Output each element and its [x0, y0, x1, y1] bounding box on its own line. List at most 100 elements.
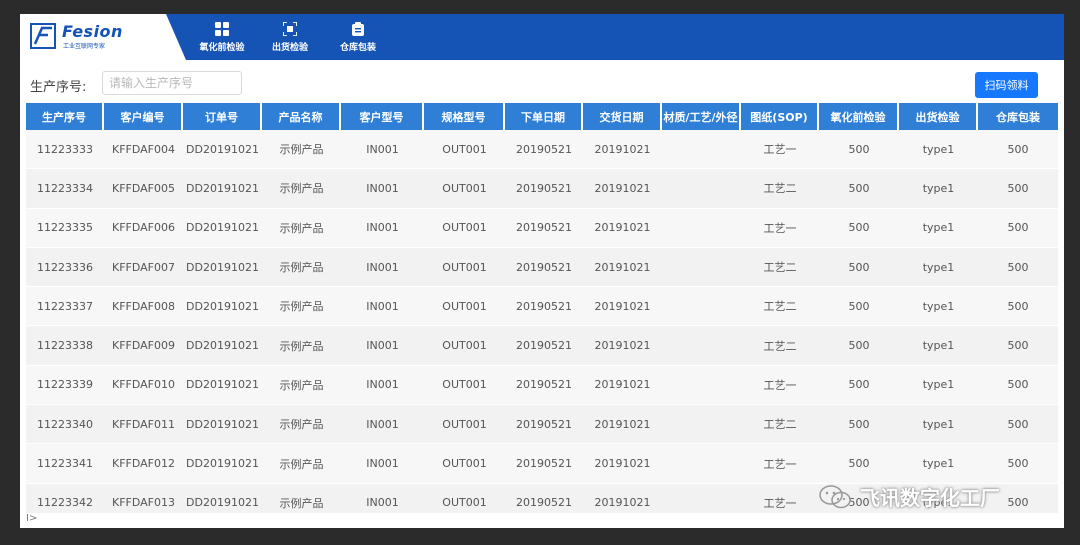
- table-cell: 11223341: [26, 444, 104, 484]
- table-cell: 11223334: [26, 169, 104, 209]
- column-header[interactable]: 客户编号: [104, 103, 183, 130]
- table-cell: 11223333: [26, 130, 104, 170]
- table-cell: [662, 287, 741, 327]
- table-header-row: 生产序号 客户编号 订单号 产品名称 客户型号 规格型号 下单日期 交货日期 材…: [26, 103, 1058, 130]
- table-cell: OUT001: [424, 169, 505, 209]
- watermark: 飞讯数字化工厂: [818, 482, 1000, 511]
- table-cell: OUT001: [424, 130, 505, 170]
- column-header[interactable]: 出货检验: [899, 103, 978, 130]
- column-header[interactable]: 客户型号: [341, 103, 424, 130]
- table-cell: 20191021: [583, 483, 662, 513]
- brand-name: Fesion: [62, 22, 123, 41]
- table-cell: 示例产品: [262, 365, 341, 406]
- table-cell: 工艺二: [741, 287, 819, 327]
- nav-item-pre-oxidation[interactable]: 氧化前检验: [188, 14, 256, 60]
- table-cell: 工艺二: [741, 169, 819, 209]
- table-cell: 500: [978, 405, 1058, 445]
- brand-tagline: 工业互联网专家: [63, 43, 106, 50]
- column-header[interactable]: 产品名称: [262, 103, 341, 130]
- table-cell: 11223337: [26, 287, 104, 327]
- table-cell: IN001: [341, 444, 424, 484]
- column-header[interactable]: 规格型号: [424, 103, 505, 130]
- chat-bubbles-icon: [819, 484, 851, 508]
- table-row[interactable]: 11223336 KFFDAF007 DD20191021 示例产品 IN001 OUT0…: [26, 247, 1058, 288]
- table-cell: 20190521: [505, 326, 583, 366]
- table-row[interactable]: 11223333 KFFDAF004 DD20191021 示例产品 IN001 OUT0…: [26, 130, 1058, 170]
- table-cell: 500: [978, 287, 1058, 327]
- table-cell: [662, 169, 741, 209]
- table-cell: KFFDAF007: [104, 247, 183, 288]
- table-cell: 20191021: [583, 169, 662, 209]
- table-cell: 11223340: [26, 405, 104, 445]
- column-header[interactable]: 氧化前检验: [819, 103, 899, 130]
- table-cell: KFFDAF004: [104, 130, 183, 170]
- table-cell: 工艺二: [741, 326, 819, 366]
- table-cell: DD20191021: [183, 208, 262, 248]
- table-cell: OUT001: [424, 208, 505, 248]
- table-cell: type1: [899, 444, 978, 484]
- search-input[interactable]: [102, 71, 242, 95]
- table-cell: 工艺二: [741, 405, 819, 445]
- table-cell: 500: [978, 444, 1058, 484]
- table-cell: 500: [978, 208, 1058, 248]
- table-row[interactable]: 11223335 KFFDAF006 DD20191021 示例产品 IN001 OUT0…: [26, 208, 1058, 248]
- table-cell: DD20191021: [183, 483, 262, 513]
- table-row[interactable]: 11223338 KFFDAF009 DD20191021 示例产品 IN001 OUT0…: [26, 326, 1058, 366]
- nav-item-label: 仓库包装: [339, 42, 376, 53]
- expand-toggle-icon[interactable]: I>: [26, 513, 37, 524]
- table-cell: IN001: [341, 405, 424, 445]
- table-cell: 工艺一: [741, 444, 819, 484]
- nav-item-shipping[interactable]: 出货检验: [256, 14, 324, 60]
- table-cell: 11223335: [26, 208, 104, 248]
- column-header[interactable]: 材质/工艺/外径: [662, 103, 741, 130]
- table-cell: OUT001: [424, 483, 505, 513]
- column-header[interactable]: 仓库包装: [978, 103, 1058, 130]
- table-row[interactable]: 11223337 KFFDAF008 DD20191021 示例产品 IN001 OUT0…: [26, 287, 1058, 327]
- nav-item-warehouse[interactable]: 仓库包装: [324, 14, 392, 60]
- table-cell: 20191021: [583, 444, 662, 484]
- column-header[interactable]: 订单号: [183, 103, 262, 130]
- nav-item-label: 出货检验: [271, 42, 308, 53]
- table-cell: 500: [978, 130, 1058, 170]
- table-cell: DD20191021: [183, 247, 262, 288]
- table-cell: [662, 405, 741, 445]
- table-cell: 11223339: [26, 365, 104, 406]
- table-cell: 示例产品: [262, 208, 341, 248]
- table-cell: 500: [978, 247, 1058, 288]
- table-cell: 11223342: [26, 483, 104, 513]
- table-cell: 20190521: [505, 365, 583, 406]
- table-cell: type1: [899, 405, 978, 445]
- table-cell: KFFDAF013: [104, 483, 183, 513]
- top-nav: 氧化前检验 出货检验 仓库包装: [188, 14, 392, 60]
- table-cell: DD20191021: [183, 169, 262, 209]
- app-window: Fesion 工业互联网专家 氧化前检验 出货检验 仓库包装 生产序号: 请输入…: [20, 14, 1064, 528]
- table-cell: type1: [899, 169, 978, 209]
- table-cell: DD20191021: [183, 405, 262, 445]
- table-row[interactable]: 11223341 KFFDAF012 DD20191021 示例产品 IN001 OUT0…: [26, 444, 1058, 484]
- table-row[interactable]: 11223334 KFFDAF005 DD20191021 示例产品 IN001 OUT0…: [26, 169, 1058, 209]
- table-cell: 示例产品: [262, 169, 341, 209]
- table-row[interactable]: 11223340 KFFDAF011 DD20191021 示例产品 IN001 OUT0…: [26, 405, 1058, 445]
- column-header[interactable]: 图纸(SOP): [741, 103, 819, 130]
- table-cell: 500: [978, 326, 1058, 366]
- table-cell: 示例产品: [262, 444, 341, 484]
- table-cell: 500: [819, 444, 899, 484]
- table-cell: [662, 326, 741, 366]
- table-cell: IN001: [341, 365, 424, 406]
- scan-icon: [283, 21, 297, 36]
- table-cell: 20190521: [505, 444, 583, 484]
- table-cell: 500: [819, 247, 899, 288]
- table-cell: 示例产品: [262, 287, 341, 327]
- table-cell: [662, 130, 741, 170]
- data-table: 生产序号 客户编号 订单号 产品名称 客户型号 规格型号 下单日期 交货日期 材…: [26, 103, 1058, 513]
- table-cell: 示例产品: [262, 483, 341, 513]
- table-cell: 20191021: [583, 208, 662, 248]
- column-header[interactable]: 下单日期: [505, 103, 583, 130]
- table-cell: 500: [819, 326, 899, 366]
- search-label: 生产序号:: [30, 80, 87, 95]
- table-cell: type1: [899, 287, 978, 327]
- column-header[interactable]: 交货日期: [583, 103, 662, 130]
- scan-material-button[interactable]: 扫码领料: [975, 72, 1038, 98]
- column-header[interactable]: 生产序号: [26, 103, 104, 130]
- table-row[interactable]: 11223339 KFFDAF010 DD20191021 示例产品 IN001 OUT0…: [26, 365, 1058, 406]
